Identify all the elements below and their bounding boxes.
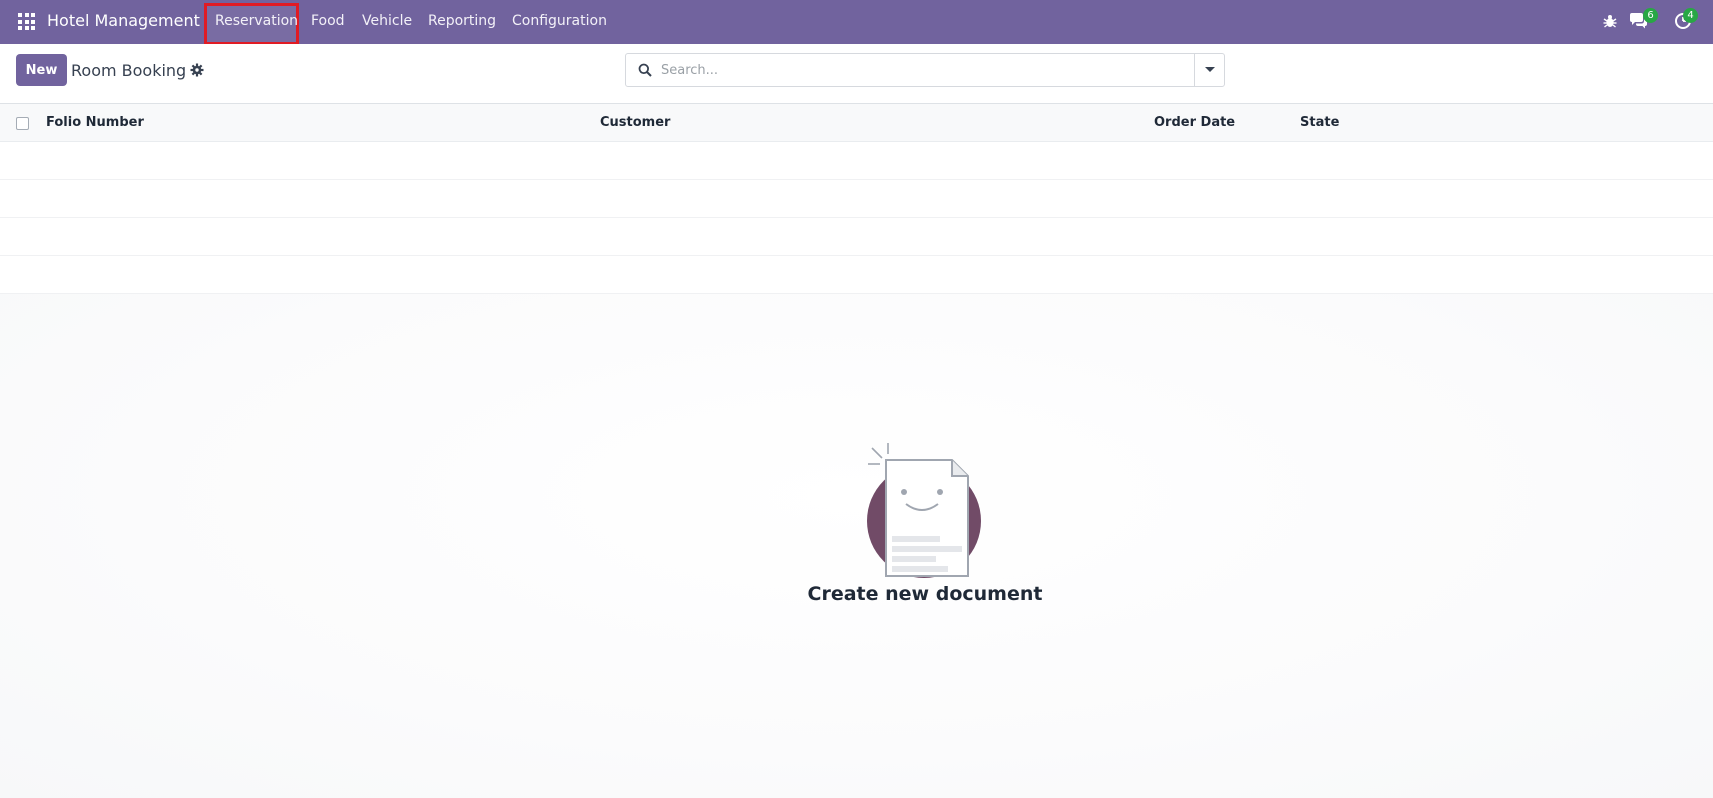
caret-down-icon bbox=[1205, 67, 1215, 72]
column-state[interactable]: State bbox=[1300, 115, 1339, 130]
app-brand[interactable]: Hotel Management bbox=[47, 11, 200, 30]
column-customer[interactable]: Customer bbox=[600, 115, 670, 130]
menu-vehicle[interactable]: Vehicle bbox=[362, 13, 412, 29]
new-button[interactable]: New bbox=[16, 54, 67, 86]
search-icon bbox=[638, 63, 652, 77]
table-row bbox=[0, 218, 1713, 256]
table-row bbox=[0, 256, 1713, 294]
menu-configuration[interactable]: Configuration bbox=[512, 13, 607, 29]
control-panel: New Room Booking bbox=[0, 44, 1713, 104]
menu-reservation[interactable]: Reservation bbox=[215, 13, 298, 29]
menu-food[interactable]: Food bbox=[311, 13, 345, 29]
debug-bug-icon[interactable] bbox=[1602, 13, 1618, 29]
select-all-checkbox[interactable] bbox=[16, 117, 29, 130]
messages-count-badge: 6 bbox=[1643, 8, 1658, 23]
list-header: Folio Number Customer Order Date State bbox=[0, 104, 1713, 142]
empty-state-title: Create new document bbox=[807, 583, 1043, 605]
search-bar bbox=[625, 53, 1225, 87]
smiling-document-icon bbox=[867, 443, 981, 578]
empty-state-background bbox=[0, 294, 1713, 798]
apps-menu-icon[interactable] bbox=[18, 13, 35, 30]
search-options-toggle[interactable] bbox=[1194, 54, 1224, 86]
table-row bbox=[0, 180, 1713, 218]
page-title: Room Booking bbox=[71, 61, 187, 80]
search-input[interactable] bbox=[661, 55, 1181, 85]
top-navbar: Hotel Management Reservation Food Vehicl… bbox=[0, 0, 1713, 45]
menu-reporting[interactable]: Reporting bbox=[428, 13, 496, 29]
gear-icon[interactable] bbox=[190, 63, 204, 77]
column-order-date[interactable]: Order Date bbox=[1154, 115, 1235, 130]
activities-count-badge: 4 bbox=[1683, 8, 1698, 23]
table-row bbox=[0, 142, 1713, 180]
column-folio-number[interactable]: Folio Number bbox=[46, 115, 144, 130]
